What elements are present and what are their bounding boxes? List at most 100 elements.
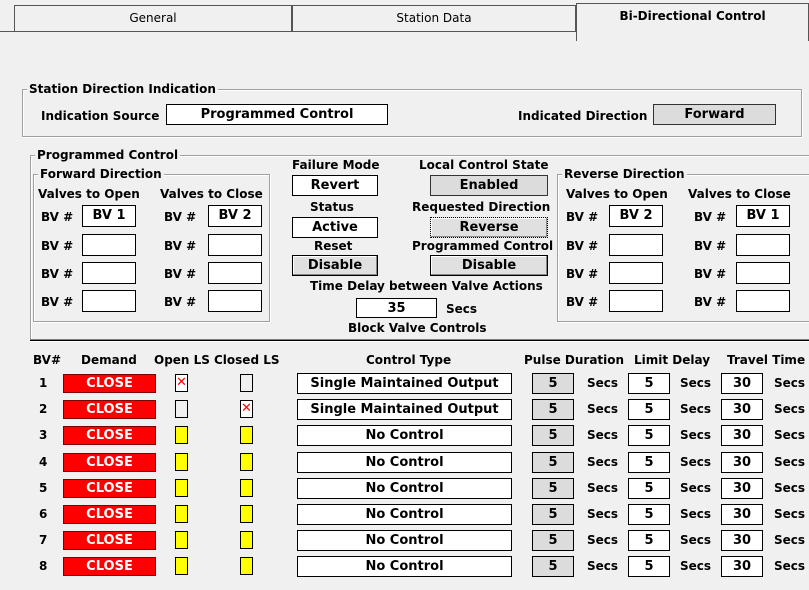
forward-open-bv-2[interactable] bbox=[82, 234, 136, 256]
travel-time-field[interactable]: 30 bbox=[721, 373, 763, 394]
travel-time-field[interactable]: 30 bbox=[721, 452, 763, 473]
travel-secs-label: Secs bbox=[774, 402, 806, 416]
control-type-field[interactable]: No Control bbox=[297, 556, 512, 577]
reset-label: Reset bbox=[314, 239, 353, 253]
reverse-close-bv-2[interactable] bbox=[736, 234, 790, 256]
pulse-secs-label: Secs bbox=[587, 376, 619, 390]
forward-open-bv-3[interactable] bbox=[82, 262, 136, 284]
limit-delay-field[interactable]: 5 bbox=[628, 530, 670, 551]
limit-delay-field[interactable]: 5 bbox=[628, 556, 670, 577]
bv-label: BV # bbox=[566, 267, 599, 281]
control-type-field[interactable]: No Control bbox=[297, 504, 512, 525]
pulse-secs-label: Secs bbox=[587, 559, 619, 573]
forward-close-bv-3[interactable] bbox=[208, 262, 262, 284]
travel-time-field[interactable]: 30 bbox=[721, 478, 763, 499]
limit-delay-field[interactable]: 5 bbox=[628, 478, 670, 499]
tab-strip: General Station Data Bi-Directional Cont… bbox=[0, 0, 809, 44]
open-ls-indicator bbox=[175, 531, 188, 549]
tab-general[interactable]: General bbox=[14, 5, 292, 31]
indicated-direction-field: Forward bbox=[653, 104, 776, 125]
time-delay-label: Time Delay between Valve Actions bbox=[310, 279, 543, 293]
pulse-duration-field[interactable]: 5 bbox=[532, 478, 574, 499]
programmed-control-disable-button[interactable]: Disable bbox=[430, 255, 548, 276]
closed-ls-indicator bbox=[240, 374, 253, 392]
closed-ls-indicator bbox=[240, 479, 253, 497]
forward-close-bv-4[interactable] bbox=[208, 290, 262, 312]
pulse-duration-field[interactable]: 5 bbox=[532, 556, 574, 577]
bv-label: BV # bbox=[566, 239, 599, 253]
pulse-duration-field[interactable]: 5 bbox=[532, 452, 574, 473]
bv-label: BV # bbox=[694, 210, 727, 224]
travel-time-field[interactable]: 30 bbox=[721, 504, 763, 525]
pulse-duration-field[interactable]: 5 bbox=[532, 373, 574, 394]
control-type-field[interactable]: No Control bbox=[297, 425, 512, 446]
reverse-open-bv-4[interactable] bbox=[609, 290, 663, 312]
demand-indicator[interactable]: CLOSE bbox=[63, 426, 156, 445]
travel-secs-label: Secs bbox=[774, 376, 806, 390]
bv-label: BV # bbox=[694, 295, 727, 309]
pulse-duration-field[interactable]: 5 bbox=[532, 399, 574, 420]
limit-delay-field[interactable]: 5 bbox=[628, 452, 670, 473]
control-type-field[interactable]: Single Maintained Output bbox=[297, 373, 512, 394]
travel-time-field[interactable]: 30 bbox=[721, 530, 763, 551]
travel-time-field[interactable]: 30 bbox=[721, 399, 763, 420]
pulse-secs-label: Secs bbox=[587, 455, 619, 469]
pulse-duration-field[interactable]: 5 bbox=[532, 504, 574, 525]
forward-open-header: Valves to Open bbox=[38, 187, 140, 201]
pulse-duration-field[interactable]: 5 bbox=[532, 530, 574, 551]
row-bv-number: 7 bbox=[39, 533, 48, 547]
reset-disable-button[interactable]: Disable bbox=[292, 255, 378, 276]
header-limit-delay: Limit Delay bbox=[634, 353, 711, 367]
closed-ls-indicator bbox=[240, 453, 253, 471]
forward-close-bv-1[interactable]: BV 2 bbox=[208, 205, 262, 227]
tab-bi-directional-control[interactable]: Bi-Directional Control bbox=[576, 3, 809, 41]
row-bv-number: 1 bbox=[39, 376, 48, 390]
reverse-close-bv-4[interactable] bbox=[736, 290, 790, 312]
bv-label: BV # bbox=[566, 210, 599, 224]
tab-station-data[interactable]: Station Data bbox=[292, 5, 576, 31]
demand-indicator[interactable]: CLOSE bbox=[63, 531, 156, 550]
closed-ls-fault-icon: ✕ bbox=[240, 400, 253, 418]
limit-secs-label: Secs bbox=[680, 481, 712, 495]
reverse-close-bv-3[interactable] bbox=[736, 262, 790, 284]
limit-delay-field[interactable]: 5 bbox=[628, 425, 670, 446]
time-delay-unit: Secs bbox=[446, 302, 478, 316]
control-type-field[interactable]: No Control bbox=[297, 530, 512, 551]
travel-secs-label: Secs bbox=[774, 533, 806, 547]
control-type-field[interactable]: No Control bbox=[297, 478, 512, 499]
requested-direction-button[interactable]: Reverse bbox=[430, 217, 548, 238]
travel-time-field[interactable]: 30 bbox=[721, 556, 763, 577]
row-bv-number: 8 bbox=[39, 559, 48, 573]
limit-delay-field[interactable]: 5 bbox=[628, 504, 670, 525]
demand-indicator[interactable]: CLOSE bbox=[63, 453, 156, 472]
demand-indicator[interactable]: CLOSE bbox=[63, 400, 156, 419]
reverse-open-bv-1[interactable]: BV 2 bbox=[609, 205, 663, 227]
forward-close-bv-2[interactable] bbox=[208, 234, 262, 256]
travel-time-field[interactable]: 30 bbox=[721, 425, 763, 446]
reverse-close-bv-1[interactable]: BV 1 bbox=[736, 205, 790, 227]
demand-indicator[interactable]: CLOSE bbox=[63, 374, 156, 393]
demand-indicator[interactable]: CLOSE bbox=[63, 505, 156, 524]
header-open-ls: Open LS bbox=[154, 353, 210, 367]
control-type-field[interactable]: No Control bbox=[297, 452, 512, 473]
forward-open-bv-1[interactable]: BV 1 bbox=[82, 205, 136, 227]
limit-delay-field[interactable]: 5 bbox=[628, 373, 670, 394]
forward-open-bv-4[interactable] bbox=[82, 290, 136, 312]
reverse-open-bv-3[interactable] bbox=[609, 262, 663, 284]
control-type-field[interactable]: Single Maintained Output bbox=[297, 399, 512, 420]
demand-indicator[interactable]: CLOSE bbox=[63, 479, 156, 498]
travel-secs-label: Secs bbox=[774, 481, 806, 495]
limit-secs-label: Secs bbox=[680, 376, 712, 390]
section-separator bbox=[30, 339, 809, 342]
pulse-secs-label: Secs bbox=[587, 507, 619, 521]
demand-indicator[interactable]: CLOSE bbox=[63, 557, 156, 576]
pulse-duration-field[interactable]: 5 bbox=[532, 425, 574, 446]
travel-secs-label: Secs bbox=[774, 455, 806, 469]
forward-close-header: Valves to Close bbox=[160, 187, 263, 201]
time-delay-field[interactable]: 35 bbox=[356, 298, 437, 318]
bv-label: BV # bbox=[164, 239, 197, 253]
limit-delay-field[interactable]: 5 bbox=[628, 399, 670, 420]
programmed-control-legend: Programmed Control bbox=[35, 147, 181, 163]
bv-label: BV # bbox=[41, 239, 74, 253]
reverse-open-bv-2[interactable] bbox=[609, 234, 663, 256]
